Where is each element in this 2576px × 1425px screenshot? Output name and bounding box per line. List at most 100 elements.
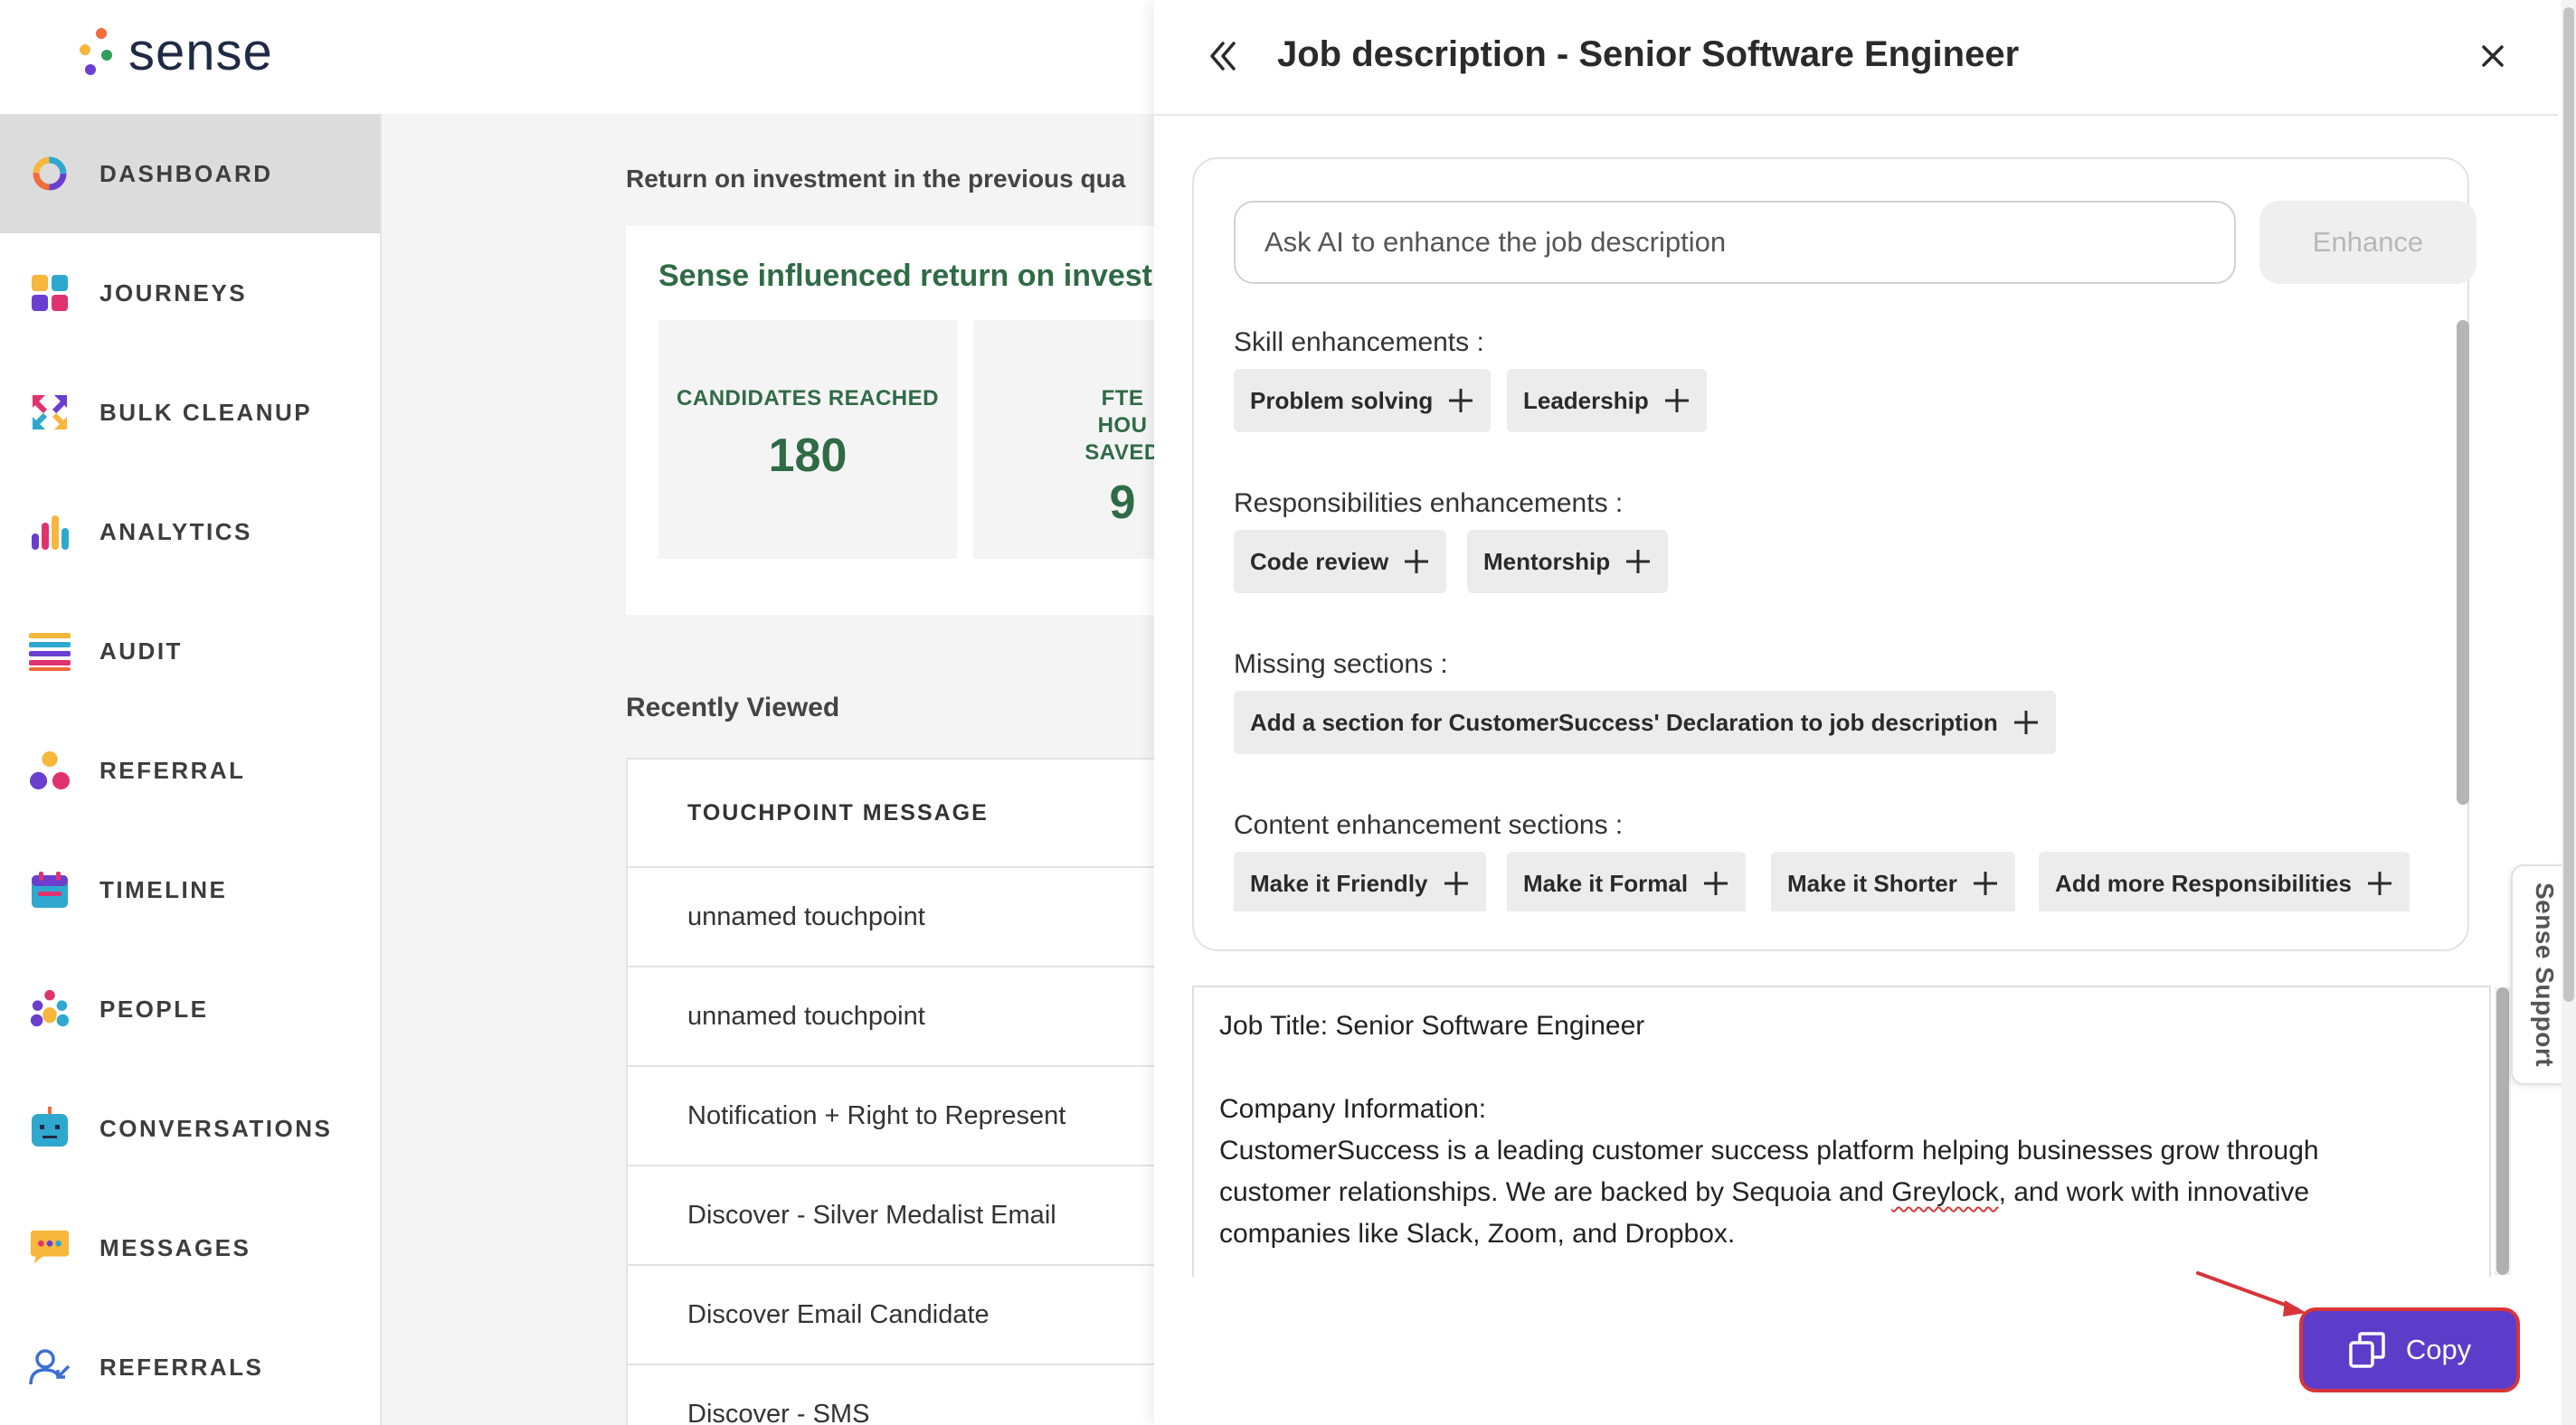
spellcheck-flagged-word[interactable]: Greylock xyxy=(1891,1177,1998,1207)
referral-nodes-icon xyxy=(29,750,71,791)
top-bar: sense xyxy=(0,0,1154,114)
ai-enhancement-card: Enhance Skill enhancements : Problem sol… xyxy=(1192,157,2477,951)
plus-icon xyxy=(1447,387,1474,414)
app-root: sense DASHBOARD JOURNEYS BULK CLEANUP AN… xyxy=(0,0,2576,1425)
plus-icon xyxy=(1663,387,1690,414)
job-description-scrollbar[interactable] xyxy=(2495,987,2511,1275)
sidebar-item-referral[interactable]: REFERRAL xyxy=(0,711,380,830)
page-scrollbar-thumb[interactable] xyxy=(2563,7,2574,1002)
chip-label: Mentorship xyxy=(1483,547,1611,575)
double-chevron-left-icon xyxy=(1210,42,1236,71)
copy-button[interactable]: Copy xyxy=(2299,1307,2520,1392)
ai-enhance-input[interactable] xyxy=(1234,201,2236,284)
table-row[interactable]: unnamed touchpoint xyxy=(628,868,1154,967)
plus-icon xyxy=(1702,870,1729,897)
stat-label: CANDIDATES REACHED xyxy=(677,386,939,411)
suggestions-scrollbar[interactable] xyxy=(2457,320,2469,805)
messages-bubble-icon xyxy=(29,1227,71,1269)
sidebar-item-label: JOURNEYS xyxy=(99,278,248,307)
referrals-user-icon xyxy=(29,1346,71,1388)
chip-add-declaration-section[interactable]: Add a section for CustomerSuccess' Decla… xyxy=(1234,691,2056,754)
chip-label: Problem solving xyxy=(1250,386,1434,414)
analytics-bars-icon xyxy=(29,511,71,552)
copy-button-label: Copy xyxy=(2405,1334,2472,1365)
sense-logo[interactable]: sense xyxy=(74,22,273,82)
collapse-drawer-button[interactable] xyxy=(1199,33,1246,80)
chip-make-it-shorter[interactable]: Make it Shorter xyxy=(1771,852,2015,911)
section-title-missing-sections: Missing sections : xyxy=(1234,649,1448,679)
sidebar-item-label: REFERRAL xyxy=(99,756,246,784)
sidebar-item-timeline[interactable]: TIMELINE xyxy=(0,830,380,949)
section-title-responsibilities-enhancements: Responsibilities enhancements : xyxy=(1234,488,1624,518)
timeline-calendar-icon xyxy=(29,869,71,911)
table-row[interactable]: Discover Email Candidate xyxy=(628,1266,1154,1365)
sidebar-item-analytics[interactable]: ANALYTICS xyxy=(0,472,380,591)
chip-leadership[interactable]: Leadership xyxy=(1507,369,1707,432)
recently-viewed-table: TOUCHPOINT MESSAGE unnamed touchpoint un… xyxy=(626,758,1154,1425)
jd-company-heading: Company Information: xyxy=(1219,1094,1487,1124)
page-scrollbar[interactable] xyxy=(2562,0,2576,1425)
chip-code-review[interactable]: Code review xyxy=(1234,530,1447,593)
jd-title-line: Job Title: Senior Software Engineer xyxy=(1219,1011,1645,1041)
chip-add-more-responsibilities[interactable]: Add more Responsibilities xyxy=(2039,852,2410,911)
sidebar-item-journeys[interactable]: JOURNEYS xyxy=(0,233,380,353)
audit-list-icon xyxy=(29,630,71,672)
sidebar-item-label: AUDIT xyxy=(99,637,183,665)
sidebar-item-label: ANALYTICS xyxy=(99,517,252,545)
close-drawer-button[interactable] xyxy=(2475,38,2511,74)
plus-icon xyxy=(1624,548,1652,575)
sidebar-item-label: DASHBOARD xyxy=(99,159,273,187)
roi-card: Sense influenced return on investr CANDI… xyxy=(626,226,1154,615)
chip-mentorship[interactable]: Mentorship xyxy=(1467,530,1669,593)
section-title-skill-enhancements: Skill enhancements : xyxy=(1234,327,1484,357)
plus-icon xyxy=(1972,870,1999,897)
table-row[interactable]: Discover - Silver Medalist Email xyxy=(628,1166,1154,1266)
sense-support-label: Sense Support xyxy=(2531,882,2559,1068)
sidebar-item-people[interactable]: PEOPLE xyxy=(0,949,380,1069)
sidebar-item-audit[interactable]: AUDIT xyxy=(0,591,380,711)
sidebar-item-dashboard[interactable]: DASHBOARD xyxy=(0,114,380,233)
table-row[interactable]: Discover - SMS xyxy=(628,1365,1154,1425)
sidebar-item-label: BULK CLEANUP xyxy=(99,398,313,426)
plus-icon xyxy=(1403,548,1430,575)
chip-problem-solving[interactable]: Problem solving xyxy=(1234,369,1492,432)
stat-candidates-reached: CANDIDATES REACHED 180 xyxy=(658,320,957,559)
chip-make-it-formal[interactable]: Make it Formal xyxy=(1507,852,1747,911)
sidebar-item-conversations[interactable]: CONVERSATIONS xyxy=(0,1069,380,1188)
chip-label: Add more Responsibilities xyxy=(2055,869,2352,897)
sidebar-item-referrals[interactable]: REFERRALS xyxy=(0,1307,380,1425)
suggestions-scrollbar-thumb[interactable] xyxy=(2457,320,2469,805)
table-row[interactable]: Notification + Right to Represent xyxy=(628,1067,1154,1166)
conversations-bot-icon xyxy=(29,1107,71,1149)
logo-dots-icon xyxy=(74,24,114,80)
stat-value: 9 xyxy=(1109,477,1136,529)
copy-icon xyxy=(2348,1331,2386,1369)
sidebar-item-label: PEOPLE xyxy=(99,995,209,1023)
sidebar-item-label: CONVERSATIONS xyxy=(99,1114,333,1142)
chip-label: Make it Friendly xyxy=(1250,869,1428,897)
sidebar-item-bulk-cleanup[interactable]: BULK CLEANUP xyxy=(0,353,380,472)
job-description-scrollbar-thumb[interactable] xyxy=(2496,987,2509,1275)
chip-label: Make it Formal xyxy=(1523,869,1689,897)
plus-icon xyxy=(2366,870,2393,897)
job-description-drawer: Job description - Senior Software Engine… xyxy=(1154,0,2558,1425)
enhance-button[interactable]: Enhance xyxy=(2259,201,2477,284)
jd-blank-line xyxy=(1219,1047,2431,1089)
table-header-touchpoint-message[interactable]: TOUCHPOINT MESSAGE xyxy=(628,760,1154,868)
chip-make-it-friendly[interactable]: Make it Friendly xyxy=(1234,852,1486,911)
stat-fte-hours-saved: FTE HOU SAVED 9 xyxy=(973,320,1154,559)
sidebar-item-label: TIMELINE xyxy=(99,875,228,903)
logo-wordmark: sense xyxy=(128,23,273,81)
stat-value: 180 xyxy=(768,429,848,482)
close-icon xyxy=(2482,45,2504,67)
drawer-title: Job description - Senior Software Engine… xyxy=(1277,34,2020,74)
job-description-text[interactable]: Job Title: Senior Software Engineer Comp… xyxy=(1219,1005,2431,1255)
job-description-editor[interactable]: Job Title: Senior Software Engineer Comp… xyxy=(1192,986,2491,1277)
chip-label: Add a section for CustomerSuccess' Decla… xyxy=(1250,708,1998,736)
dashboard-main: Return on investment in the previous qua… xyxy=(382,114,1154,1425)
sidebar-item-messages[interactable]: MESSAGES xyxy=(0,1188,380,1307)
table-row[interactable]: unnamed touchpoint xyxy=(628,967,1154,1067)
plus-icon xyxy=(1443,870,1470,897)
roi-section-title: Return on investment in the previous qua xyxy=(626,165,1126,193)
enhancement-suggestions-list[interactable]: Skill enhancements : Problem solving Lea… xyxy=(1234,315,2422,911)
